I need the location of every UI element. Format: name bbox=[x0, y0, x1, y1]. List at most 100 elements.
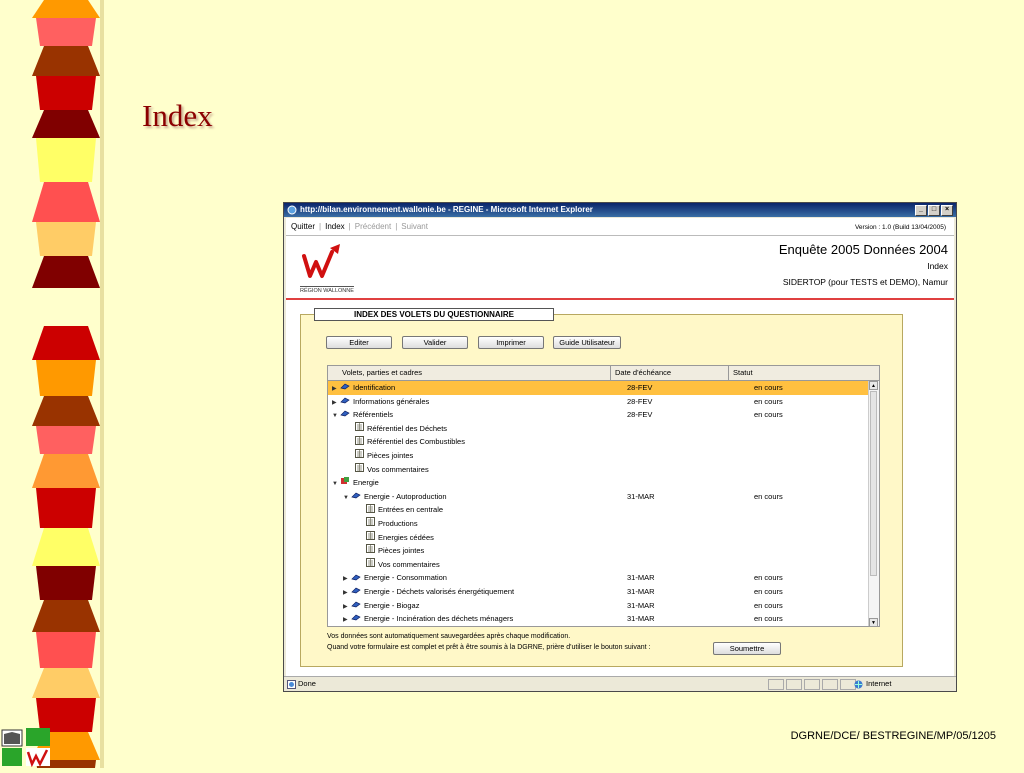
table-row[interactable]: Pièces jointes bbox=[328, 544, 869, 558]
row-due-date: 31-MAR bbox=[627, 600, 655, 610]
column-header-status[interactable]: Statut bbox=[728, 366, 863, 380]
form-page-icon bbox=[366, 503, 375, 518]
nav-divider bbox=[286, 235, 954, 236]
table-row[interactable]: ▶ Identification 28-FEV en cours bbox=[328, 381, 869, 395]
nav-quit[interactable]: Quitter bbox=[291, 222, 315, 231]
row-due-date: 31-MAR bbox=[627, 573, 655, 583]
table-row[interactable]: Vos commentaires bbox=[328, 462, 869, 477]
minimize-button[interactable]: _ bbox=[915, 205, 927, 216]
nav-previous[interactable]: Précédent bbox=[355, 222, 391, 231]
column-header-due-date[interactable]: Date d'échéance bbox=[610, 366, 729, 380]
region-wallonne-logo bbox=[300, 242, 346, 284]
table-row[interactable]: ▶ Energie - Déchets valorisés énergétique… bbox=[328, 585, 869, 599]
row-label: Identification bbox=[353, 383, 396, 392]
user-guide-button[interactable]: Guide Utilisateur bbox=[553, 336, 621, 349]
row-due-date: 28-FEV bbox=[627, 383, 653, 392]
scroll-up-icon[interactable]: ▲ bbox=[869, 381, 878, 390]
table-header: Volets, parties et cadres Date d'échéanc… bbox=[328, 366, 879, 381]
close-button[interactable]: × bbox=[941, 205, 953, 216]
footer-reference: DGRNE/DCE/ BESTREGINE/MP/05/1205 bbox=[790, 730, 996, 742]
top-nav: Quitter | Index | Précédent | Suivant bbox=[291, 222, 428, 231]
maximize-button[interactable]: □ bbox=[928, 205, 940, 216]
row-label-wrap: Référentiel des Combustibles bbox=[355, 435, 465, 449]
table-row[interactable]: Pièces jointes bbox=[328, 449, 869, 463]
header-rule bbox=[286, 298, 954, 300]
row-label: Energie - Autoproduction bbox=[364, 491, 447, 501]
status-text: Done bbox=[298, 679, 316, 688]
row-label: Vos commentaires bbox=[367, 464, 429, 474]
row-label: Pièces jointes bbox=[367, 450, 414, 460]
table-row[interactable]: ▼ Energie - Autoproduction 31-MAR en cours bbox=[328, 490, 869, 504]
row-label: Informations générales bbox=[353, 396, 430, 406]
panel-title: INDEX DES VOLETS DU QUESTIONNAIRE bbox=[314, 308, 554, 321]
row-due-date: 31-MAR bbox=[627, 491, 655, 501]
table-row[interactable]: ▶ Informations générales 28-FEV en cours bbox=[328, 395, 869, 409]
form-page-icon bbox=[355, 449, 364, 463]
section-book-icon bbox=[351, 572, 361, 586]
scroll-down-icon[interactable]: ▼ bbox=[869, 618, 878, 626]
row-status: en cours bbox=[754, 491, 783, 501]
section-book-icon bbox=[351, 585, 361, 599]
page-done-icon bbox=[287, 680, 296, 691]
row-label-wrap: Vos commentaires bbox=[355, 462, 429, 477]
organisation-label: SIDERTOP (pour TESTS et DEMO), Namur bbox=[782, 277, 948, 287]
form-page-icon bbox=[366, 544, 375, 558]
row-due-date: 31-MAR bbox=[627, 586, 655, 596]
table-rows: ▶ Identification 28-FEV en cours ▶ Informatio… bbox=[328, 381, 869, 626]
form-page-icon bbox=[366, 557, 375, 572]
nav-next[interactable]: Suivant bbox=[401, 222, 428, 231]
column-header-sections[interactable]: Volets, parties et cadres bbox=[342, 366, 422, 380]
row-label-wrap: Energies cédées bbox=[366, 530, 434, 545]
table-row[interactable]: ▼ Energie bbox=[328, 476, 869, 490]
version-label: Version : 1.0 (Build 13/04/2005) bbox=[854, 224, 946, 231]
row-label: Energie - Déchets valorisés énergétiquem… bbox=[364, 586, 515, 596]
security-zone: Internet bbox=[866, 679, 892, 688]
section-book-icon bbox=[351, 599, 361, 613]
row-label: Référentiel des Combustibles bbox=[367, 437, 465, 447]
submit-instructions: Quand votre formulaire est complet et pr… bbox=[327, 644, 651, 651]
form-page-icon bbox=[355, 422, 364, 436]
edit-button[interactable]: Editer bbox=[326, 336, 392, 349]
submit-button[interactable]: Soumettre bbox=[713, 642, 781, 655]
validate-button[interactable]: Valider bbox=[402, 336, 468, 349]
index-panel: INDEX DES VOLETS DU QUESTIONNAIRE Editer… bbox=[300, 308, 903, 667]
table-row[interactable]: Productions bbox=[328, 517, 869, 531]
row-status: en cours bbox=[754, 573, 783, 583]
sections-table: Volets, parties et cadres Date d'échéanc… bbox=[327, 365, 880, 627]
browser-titlebar: http://bilan.environnement.wallonie.be -… bbox=[284, 203, 956, 217]
collapsed-arrow-icon[interactable]: ▶ bbox=[343, 614, 351, 626]
row-due-date: 31-MAR bbox=[627, 614, 655, 624]
table-row[interactable]: Référentiel des Combustibles bbox=[328, 435, 869, 449]
autosave-note: Vos données sont automatiquement sauvega… bbox=[327, 633, 571, 640]
decorative-stripe bbox=[0, 0, 110, 768]
form-page-icon bbox=[366, 517, 375, 531]
row-status: en cours bbox=[754, 410, 783, 420]
row-label: Energie bbox=[353, 478, 379, 488]
page-content: Quitter | Index | Précédent | Suivant Version … bbox=[286, 218, 954, 676]
scroll-thumb[interactable] bbox=[870, 391, 877, 576]
table-row[interactable]: ▼ Référentiels 28-FEV en cours bbox=[328, 408, 869, 422]
row-label: Energies cédées bbox=[378, 532, 434, 542]
row-label: Pièces jointes bbox=[378, 546, 425, 556]
nav-index[interactable]: Index bbox=[325, 222, 345, 231]
table-row[interactable]: Vos commentaires bbox=[328, 557, 869, 572]
section-book-icon bbox=[340, 381, 350, 395]
print-button[interactable]: Imprimer bbox=[478, 336, 544, 349]
table-scrollbar[interactable]: ▲ ▼ bbox=[868, 381, 879, 626]
row-status: en cours bbox=[754, 614, 783, 624]
form-page-icon bbox=[355, 462, 364, 477]
table-row[interactable]: Entrées en centrale bbox=[328, 503, 869, 517]
browser-window: http://bilan.environnement.wallonie.be -… bbox=[283, 202, 957, 692]
table-row[interactable]: Energies cédées bbox=[328, 530, 869, 545]
table-row[interactable]: ▶ Energie - Consommation 31-MAR en cours bbox=[328, 571, 869, 585]
row-label-wrap: Productions bbox=[366, 517, 418, 531]
table-row[interactable]: ▶ Energie - Biogaz 31-MAR en cours bbox=[328, 599, 869, 613]
table-row[interactable]: Référentiel des Déchets bbox=[328, 422, 869, 436]
row-label-wrap: Référentiel des Déchets bbox=[355, 422, 447, 436]
table-row[interactable]: ▶ Energie - Incinération des déchets ména… bbox=[328, 612, 869, 626]
row-label-wrap: Entrées en centrale bbox=[366, 503, 443, 517]
row-label: Référentiel des Déchets bbox=[367, 423, 448, 433]
row-label-wrap: Vos commentaires bbox=[366, 557, 440, 572]
row-status: en cours bbox=[754, 383, 783, 392]
browser-statusbar: Done Internet bbox=[284, 676, 956, 691]
